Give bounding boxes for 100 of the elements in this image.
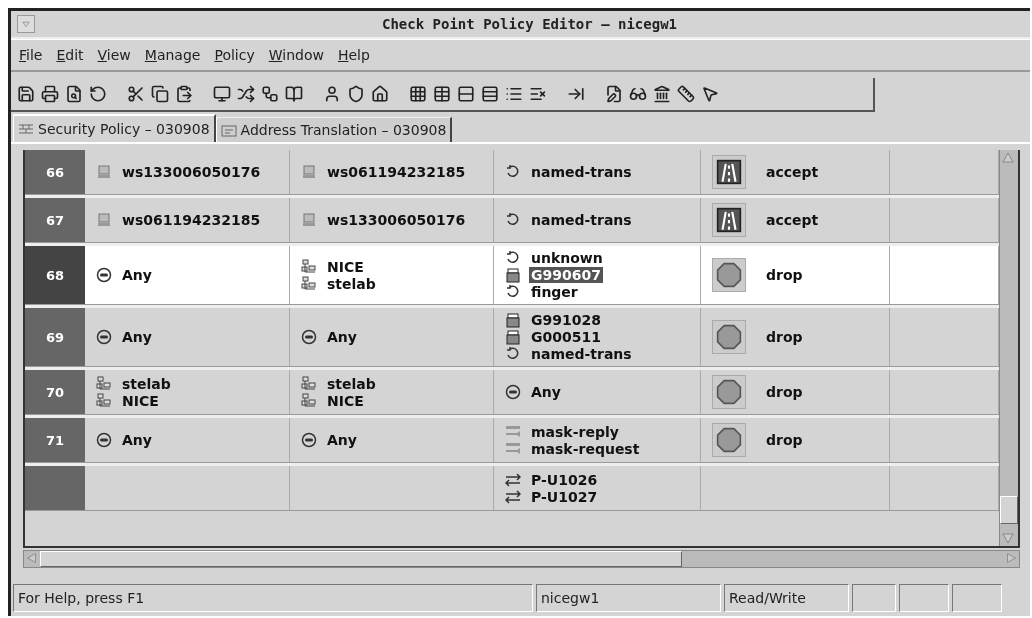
action-name: drop xyxy=(765,432,804,448)
object-name[interactable]: ws133006050176 xyxy=(120,164,263,180)
object-name[interactable]: NICE xyxy=(325,392,366,409)
menu-item[interactable]: Policy xyxy=(214,47,255,63)
rule-row[interactable]: 67 ws061194232185 ws133006050176 named-trans accept xyxy=(25,198,999,243)
object-name[interactable]: P-U1027 xyxy=(529,488,600,505)
menu-item[interactable]: Window xyxy=(268,47,324,63)
rule-row[interactable]: 71 Any Any mask-reply mask-request drop xyxy=(25,418,999,463)
rule-number xyxy=(25,466,85,510)
pointer-help-icon[interactable] xyxy=(701,85,719,103)
object-name[interactable]: named-trans xyxy=(529,164,634,180)
object-name[interactable]: G991028 xyxy=(529,312,603,328)
rule-number: 66 xyxy=(25,150,85,194)
triangle-down-icon xyxy=(21,19,31,29)
menu-item[interactable]: File xyxy=(19,47,43,63)
rows-icon[interactable] xyxy=(481,85,499,103)
object-name[interactable]: Any xyxy=(120,432,154,448)
object-name[interactable]: unknown xyxy=(529,250,605,266)
object-name[interactable]: ws061194232185 xyxy=(325,164,468,180)
menu-item[interactable]: Edit xyxy=(56,47,84,63)
undo-icon[interactable] xyxy=(89,85,107,103)
table-icon[interactable] xyxy=(433,85,451,103)
object-name[interactable]: Any xyxy=(120,329,154,345)
menu-item[interactable]: View xyxy=(97,47,131,63)
object-name[interactable]: NICE xyxy=(120,392,161,409)
object-name[interactable]: Any xyxy=(120,267,154,283)
copy-icon[interactable] xyxy=(151,85,169,103)
object-name[interactable]: stelab xyxy=(120,375,173,392)
printer-icon[interactable] xyxy=(41,85,59,103)
arrows-icon xyxy=(505,471,521,488)
object-name[interactable]: named-trans xyxy=(529,346,634,362)
object-name[interactable]: P-U1026 xyxy=(529,471,600,488)
stop-sign-icon xyxy=(716,262,742,288)
tab[interactable]: Address Translation – 030908 xyxy=(215,117,453,142)
document-search-icon[interactable] xyxy=(65,85,83,103)
status-pane xyxy=(852,584,896,612)
action-name: drop xyxy=(765,329,804,345)
book-icon[interactable] xyxy=(285,85,303,103)
edit-document-icon[interactable] xyxy=(605,85,623,103)
rule-row[interactable]: P-U1026 P-U1027 xyxy=(25,466,999,511)
stop-sign-icon xyxy=(716,379,742,405)
wrench-icon xyxy=(505,440,521,457)
save-icon[interactable] xyxy=(17,85,35,103)
grid-icon[interactable] xyxy=(409,85,427,103)
object-name[interactable]: mask-reply xyxy=(529,423,621,440)
object-name[interactable]: named-trans xyxy=(529,212,634,228)
column-icon[interactable] xyxy=(653,85,671,103)
circular-arrow-icon xyxy=(505,212,521,228)
cut-icon[interactable] xyxy=(127,85,145,103)
rule-row[interactable]: 68 Any NICE stelab unknown G990607 finger drop xyxy=(25,246,999,305)
circle-dash-icon xyxy=(96,267,112,283)
circle-dash-icon xyxy=(505,384,521,400)
rule-row[interactable]: 66 ws133006050176 ws061194232185 named-trans accept xyxy=(25,150,999,195)
computer-icon[interactable] xyxy=(213,85,231,103)
rule-number: 71 xyxy=(25,418,85,462)
object-name[interactable]: NICE xyxy=(325,258,366,275)
circular-arrow-icon xyxy=(505,250,521,266)
rule-row[interactable]: 69 Any Any G991028 G000511 named-trans drop xyxy=(25,308,999,367)
circular-arrow-icon xyxy=(505,164,521,180)
list-icon[interactable] xyxy=(505,85,523,103)
house-icon[interactable] xyxy=(371,85,389,103)
network-hosts-icon xyxy=(301,258,317,275)
object-name[interactable]: mask-request xyxy=(529,440,642,457)
object-name[interactable]: finger xyxy=(529,284,580,300)
object-name[interactable]: ws133006050176 xyxy=(325,212,468,228)
shield-icon[interactable] xyxy=(347,85,365,103)
rule-row[interactable]: 70 stelab NICE stelab NICE Any drop xyxy=(25,370,999,415)
menu-item[interactable]: Help xyxy=(337,47,370,63)
list-delete-icon[interactable] xyxy=(529,85,547,103)
user-icon[interactable] xyxy=(323,85,341,103)
network-hosts-icon xyxy=(96,375,112,392)
menu-item[interactable]: Manage xyxy=(144,47,201,63)
object-name[interactable]: G990607 xyxy=(529,267,603,283)
object-name[interactable]: ws061194232185 xyxy=(120,212,263,228)
shuffle-icon[interactable] xyxy=(237,85,255,103)
stop-sign-icon xyxy=(716,427,742,453)
workflow-icon[interactable] xyxy=(261,85,279,103)
glasses-icon[interactable] xyxy=(629,85,647,103)
object-name[interactable]: G000511 xyxy=(529,329,603,345)
paste-icon[interactable] xyxy=(175,85,193,103)
action-name: drop xyxy=(765,267,804,283)
rule-number: 69 xyxy=(25,308,85,366)
rows-icon[interactable] xyxy=(457,85,475,103)
circle-dash-icon xyxy=(301,329,317,345)
object-name[interactable]: Any xyxy=(325,432,359,448)
object-name[interactable]: stelab xyxy=(325,375,378,392)
ruler-icon[interactable] xyxy=(677,85,695,103)
status-pane xyxy=(899,584,949,612)
object-name[interactable]: Any xyxy=(325,329,359,345)
arrows-icon xyxy=(505,488,521,505)
network-hosts-icon xyxy=(96,392,112,409)
status-help: For Help, press F1 xyxy=(13,584,533,612)
tab[interactable]: Security Policy – 030908 xyxy=(13,114,216,142)
object-name[interactable]: stelab xyxy=(325,275,378,292)
action-name: accept xyxy=(765,212,820,228)
vertical-scrollbar[interactable] xyxy=(999,150,1018,546)
computer-icon xyxy=(301,212,317,228)
object-name[interactable]: Any xyxy=(529,384,563,400)
arrow-to-line-icon[interactable] xyxy=(567,85,585,103)
road-icon xyxy=(716,159,742,185)
